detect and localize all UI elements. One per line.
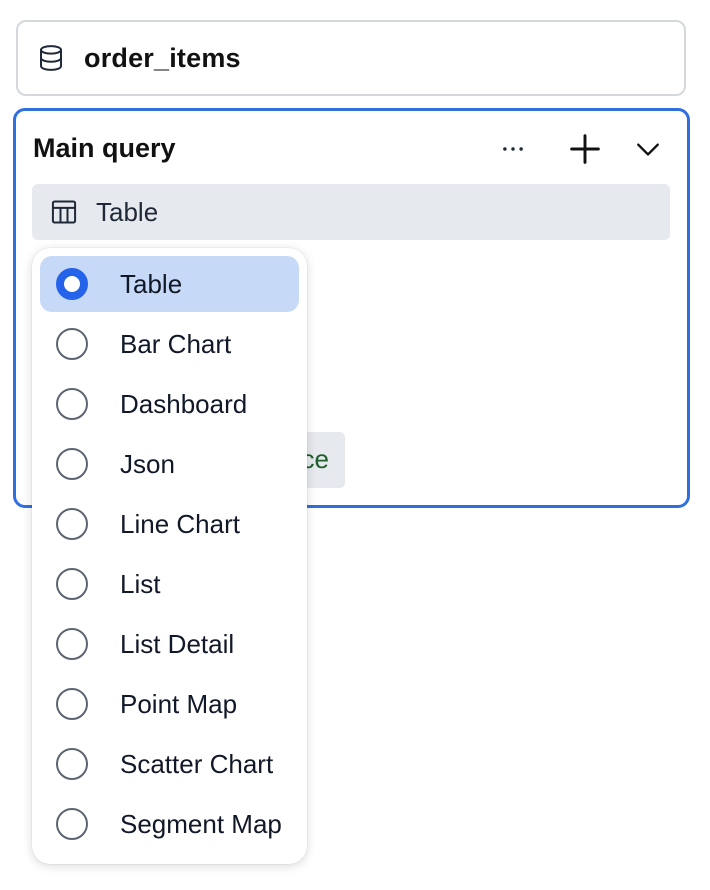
option-label: List: [120, 568, 161, 599]
option-label: List Detail: [120, 628, 235, 659]
view-type-dropdown: Table Bar Chart Dashboard Json Line Chart Lis…: [32, 248, 307, 864]
view-option-segment-map[interactable]: Segment Map: [40, 796, 299, 852]
source-name: order_items: [84, 42, 241, 73]
view-option-list-detail[interactable]: List Detail: [40, 616, 299, 672]
radio-icon: [56, 508, 88, 540]
option-label: Point Map: [120, 688, 238, 719]
more-options-icon: [503, 147, 523, 151]
chevron-down-icon: [637, 143, 659, 156]
option-label: Segment Map: [120, 808, 282, 839]
source-card[interactable]: order_items: [16, 20, 686, 96]
view-option-line-chart[interactable]: Line Chart: [40, 496, 299, 552]
radio-icon: [56, 628, 88, 660]
view-type-label: Table: [96, 196, 159, 227]
radio-icon: [56, 328, 88, 360]
query-title: Main query: [33, 133, 176, 163]
view-option-list[interactable]: List: [40, 556, 299, 612]
view-type-select[interactable]: Table: [32, 184, 670, 240]
option-label: Table: [120, 268, 183, 299]
view-option-dashboard[interactable]: Dashboard: [40, 376, 299, 432]
view-option-table[interactable]: Table: [40, 256, 299, 312]
option-label: Dashboard: [120, 388, 248, 419]
add-icon: [570, 134, 600, 164]
radio-icon: [56, 748, 88, 780]
add-button[interactable]: [561, 125, 609, 173]
database-icon: [40, 45, 62, 71]
view-option-json[interactable]: Json: [40, 436, 299, 492]
radio-icon: [56, 568, 88, 600]
radio-icon: [56, 388, 88, 420]
view-option-bar-chart[interactable]: Bar Chart: [40, 316, 299, 372]
view-option-point-map[interactable]: Point Map: [40, 676, 299, 732]
option-label: Bar Chart: [120, 328, 232, 359]
radio-icon: [56, 268, 88, 300]
option-label: Scatter Chart: [120, 748, 274, 779]
radio-icon: [56, 808, 88, 840]
option-label: Line Chart: [120, 508, 240, 539]
radio-icon: [56, 448, 88, 480]
more-options-button[interactable]: [489, 125, 537, 173]
collapse-button[interactable]: [624, 125, 672, 173]
radio-icon: [56, 688, 88, 720]
view-option-scatter-chart[interactable]: Scatter Chart: [40, 736, 299, 792]
option-label: Json: [120, 448, 175, 479]
table-icon: [51, 200, 77, 224]
